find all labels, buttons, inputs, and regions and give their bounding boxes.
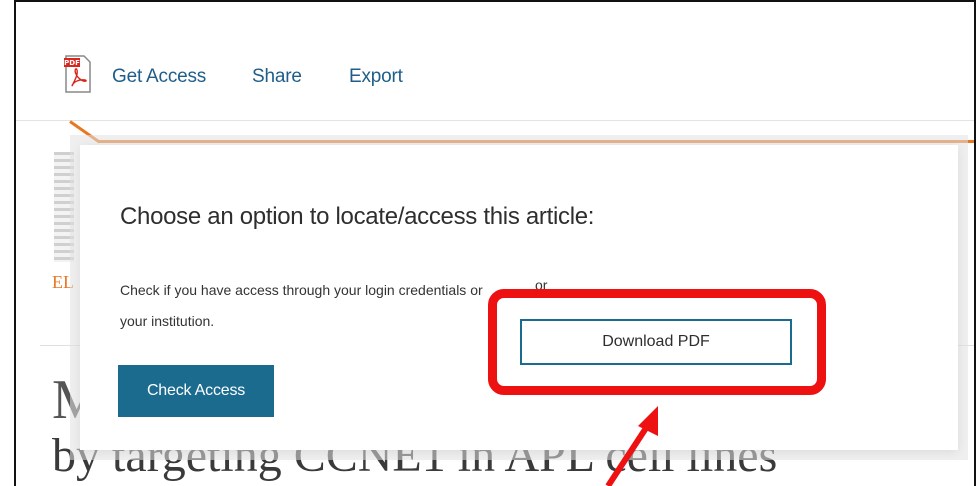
get-access-link[interactable]: Get Access — [112, 66, 206, 88]
red-arrow-icon — [605, 406, 658, 486]
share-link[interactable]: Share — [252, 66, 302, 88]
pdf-icon-label: PDF — [64, 59, 80, 67]
export-link[interactable]: Export — [349, 66, 403, 88]
download-highlight-box — [488, 289, 826, 395]
dropdown-pointer — [69, 120, 101, 144]
journal-cover-thumbnail — [54, 152, 74, 262]
panel-title: Choose an option to locate/access this a… — [120, 203, 595, 230]
publisher-logo: EL — [52, 272, 74, 292]
article-toolbar: PDF Get Access Share Export — [16, 2, 974, 122]
check-access-button[interactable]: Check Access — [118, 365, 274, 417]
dropdown-accent-line — [98, 140, 974, 143]
toolbar-divider — [16, 120, 974, 121]
access-description: Check if you have access through your lo… — [120, 282, 483, 329]
browser-frame: PDF Get Access Share Export EL M 1 by ta… — [14, 0, 976, 486]
pdf-icon[interactable]: PDF — [64, 54, 92, 94]
